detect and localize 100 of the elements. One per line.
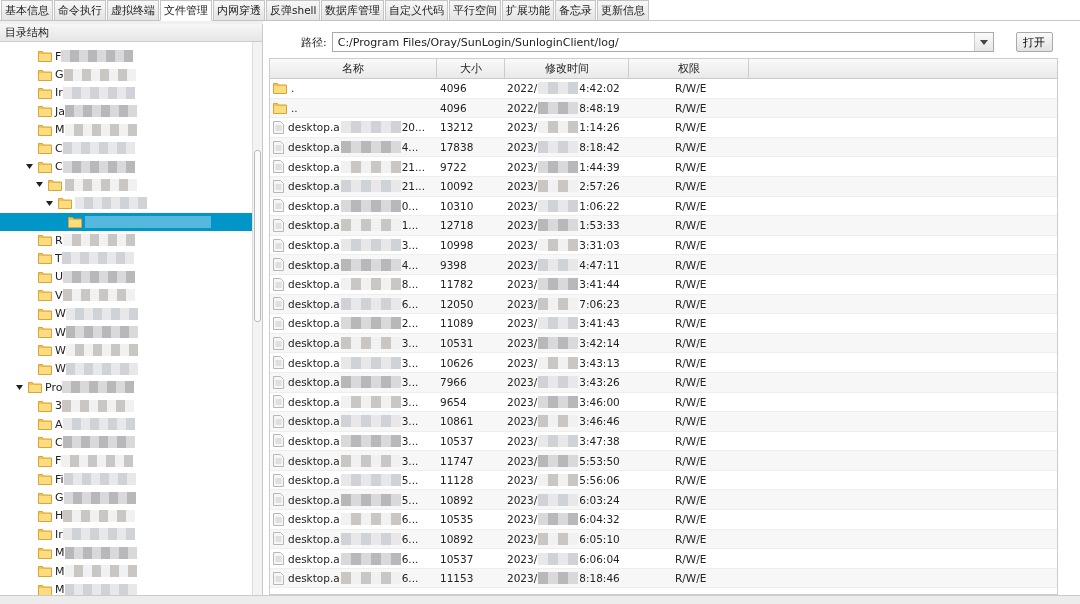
column-header[interactable]: 修改时间 [505, 59, 629, 78]
file-name[interactable]: desktop.a [288, 160, 340, 173]
file-name[interactable]: desktop.a [288, 278, 340, 291]
file-name[interactable]: desktop.a [288, 239, 340, 252]
file-name[interactable]: desktop.a [288, 180, 340, 193]
file-name[interactable]: desktop.a [288, 532, 340, 545]
file-name-tail[interactable]: 4... [401, 141, 419, 154]
file-name-tail[interactable]: 5... [401, 493, 419, 506]
file-name-tail[interactable]: 3... [401, 415, 419, 428]
tab[interactable]: 虚拟终端 [107, 0, 159, 21]
file-name-tail[interactable]: 6... [401, 513, 419, 526]
file-name-tail[interactable]: 0... [401, 199, 419, 212]
tree-item[interactable]: G [0, 65, 252, 84]
path-field[interactable]: C:/Program Files/Oray/SunLogin/SunloginClient/log/ [331, 32, 994, 52]
file-name-tail[interactable]: 1... [401, 219, 419, 232]
tree-item[interactable]: A [0, 414, 252, 434]
open-button[interactable]: 打开 [1015, 32, 1053, 52]
tree-item[interactable]: F [0, 47, 252, 66]
file-name[interactable]: desktop.a [288, 121, 340, 134]
tree-item[interactable]: M [0, 543, 252, 562]
file-name[interactable]: desktop.a [288, 219, 340, 232]
file-name-tail[interactable]: 6... [401, 572, 419, 585]
file-name[interactable]: desktop.a [288, 474, 340, 487]
file-name-tail[interactable]: 6... [401, 297, 419, 310]
file-name[interactable]: desktop.a [288, 376, 340, 389]
file-name[interactable]: desktop.a [288, 141, 340, 154]
expand-arrow-icon[interactable] [26, 164, 33, 170]
file-name[interactable]: desktop.a [288, 199, 340, 212]
file-name-tail[interactable]: 2... [401, 317, 419, 330]
tree-item[interactable]: W [0, 322, 252, 342]
file-name[interactable]: desktop.a [288, 395, 340, 408]
tree-item[interactable]: G [0, 488, 252, 507]
tab[interactable]: 文件管理 [160, 0, 212, 21]
tree-item[interactable]: F [0, 451, 252, 470]
tree-item[interactable]: M [0, 580, 252, 595]
file-name[interactable]: desktop.a [288, 258, 340, 271]
tab[interactable]: 命令执行 [54, 0, 106, 21]
file-name-tail[interactable]: 3... [401, 239, 419, 252]
file-name[interactable]: . [291, 82, 295, 95]
file-name[interactable]: desktop.a [288, 454, 340, 467]
tree-item[interactable]: W [0, 341, 252, 360]
tab[interactable]: 内网穿透 [213, 0, 265, 21]
file-name-tail[interactable]: 3... [401, 454, 419, 467]
tree-item[interactable]: Ja [0, 102, 252, 121]
scrollbar-thumb[interactable] [254, 150, 261, 322]
column-header[interactable]: 名称 [270, 59, 437, 78]
file-name[interactable]: desktop.a [288, 356, 340, 369]
expand-arrow-icon[interactable] [46, 200, 53, 206]
file-name[interactable]: desktop.a [288, 297, 340, 310]
tree-item[interactable]: C [0, 138, 252, 158]
tab[interactable]: 备忘录 [555, 0, 597, 21]
expand-arrow-icon[interactable] [16, 384, 23, 390]
column-header[interactable]: 大小 [437, 59, 505, 78]
file-name-tail[interactable]: 21... [401, 180, 426, 193]
tab[interactable]: 扩展功能 [502, 0, 555, 21]
tree-item[interactable]: U [0, 267, 252, 287]
file-name-tail[interactable]: 6... [401, 532, 419, 545]
tree-item[interactable]: M [0, 120, 252, 139]
tree-item[interactable]: Fi [0, 470, 252, 489]
tab[interactable]: 数据库管理 [321, 0, 385, 21]
tree-item[interactable]: V [0, 286, 252, 305]
expand-arrow-icon[interactable] [36, 182, 43, 188]
tree-item[interactable]: C [0, 157, 252, 176]
tree-item[interactable]: 3 [0, 396, 252, 415]
tree-item[interactable]: T [0, 249, 252, 268]
file-name-tail[interactable]: 6... [401, 552, 419, 565]
file-name[interactable]: desktop.a [288, 337, 340, 349]
tab[interactable]: 基本信息 [1, 0, 53, 21]
file-name[interactable]: desktop.a [288, 415, 340, 428]
tab[interactable]: 更新信息 [597, 0, 650, 21]
file-name[interactable]: .. [291, 101, 298, 114]
tab[interactable]: 反弹shell [266, 0, 321, 21]
scrollbar[interactable] [252, 42, 262, 595]
tree-item[interactable]: H [0, 506, 252, 526]
tree-item[interactable]: W [0, 304, 252, 323]
tab[interactable]: 平行空间 [449, 0, 502, 21]
file-name-tail[interactable]: 20... [401, 121, 426, 134]
tree-item[interactable]: Ir [0, 83, 252, 103]
file-name[interactable]: desktop.a [288, 513, 340, 526]
file-name-tail[interactable]: 3... [401, 356, 419, 369]
tree-item[interactable] [0, 212, 252, 231]
tree-item[interactable]: M [0, 561, 252, 581]
tree-item[interactable]: R [0, 230, 252, 250]
tree-item[interactable]: C [0, 433, 252, 452]
file-name-tail[interactable]: 5... [401, 474, 419, 487]
file-name-tail[interactable]: 3... [401, 376, 419, 389]
file-name-tail[interactable]: 3... [401, 395, 419, 408]
file-name[interactable]: desktop.a [288, 572, 340, 585]
tab[interactable]: 自定义代码 [385, 0, 449, 21]
file-name-tail[interactable]: 8... [401, 278, 419, 291]
tree-item[interactable]: Pro [0, 378, 252, 397]
file-name[interactable]: desktop.a [288, 552, 340, 565]
file-name[interactable]: desktop.a [288, 317, 340, 330]
file-name-tail[interactable]: 3... [401, 337, 419, 349]
tree-item[interactable]: Ir [0, 525, 252, 544]
file-name-tail[interactable]: 21... [401, 160, 426, 173]
file-name[interactable]: desktop.a [288, 493, 340, 506]
column-header[interactable]: 权限 [629, 59, 749, 78]
file-name-tail[interactable]: 3... [401, 435, 419, 447]
tree-item[interactable]: W [0, 359, 252, 379]
